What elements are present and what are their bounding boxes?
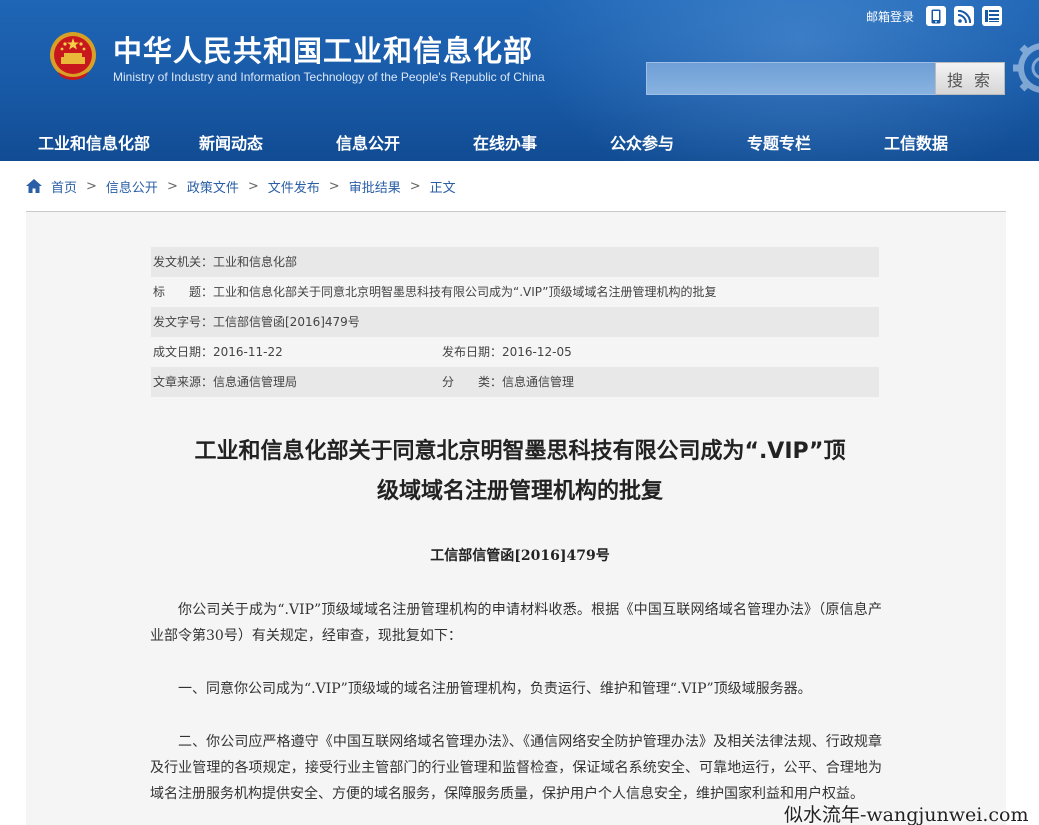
breadcrumb-separator: > — [166, 178, 178, 194]
nav-item-online-services[interactable]: 在线办事 — [473, 130, 537, 154]
site-title: 中华人民共和国工业和信息化部 — [113, 34, 534, 68]
breadcrumb-current: 正文 — [429, 180, 456, 196]
breadcrumb-separator: > — [409, 178, 421, 194]
breadcrumb: 首页 > 信息公开 > 政策文件 > 文件发布 > 审批结果 > 正文 — [26, 176, 456, 196]
sitemap-icon[interactable] — [982, 6, 1003, 26]
article-paragraph: 二、你公司应严格遵守《中国互联网络域名管理办法》、《通信网络安全防护管理办法》及… — [150, 734, 882, 802]
meta-written-date: 成文日期：2016-11-22 — [153, 345, 283, 359]
search-button[interactable]: 搜 索 — [935, 62, 1005, 95]
article-doc-number: 工信部信管函[2016]479号 — [430, 548, 610, 564]
article-title-line: 级域域名注册管理机构的批复 — [376, 479, 663, 504]
breadcrumb-doc-release[interactable]: 文件发布 — [268, 177, 320, 196]
site-subtitle: Ministry of Industry and Information Tec… — [113, 70, 545, 84]
nav-item-info-disclosure[interactable]: 信息公开 — [336, 130, 400, 154]
nav-item-public-participation[interactable]: 公众参与 — [610, 130, 674, 154]
meta-doc-number: 发文字号：工信部信管函[2016]479号 — [153, 315, 360, 329]
home-icon[interactable] — [26, 179, 42, 193]
nav-item-news[interactable]: 新闻动态 — [199, 130, 263, 154]
breadcrumb-info-disclosure[interactable]: 信息公开 — [106, 177, 158, 196]
mobile-icon[interactable] — [926, 6, 947, 26]
site-header: 中华人民共和国工业和信息化部 Ministry of Industry and … — [0, 0, 1039, 161]
article-paragraph: 你公司关于成为“.VIP”顶级域域名注册管理机构的申请材料收悉。根据《中国互联网… — [150, 602, 882, 644]
meta-row: 文章来源：信息通信管理局 分 类：信息通信管理 — [151, 367, 879, 397]
breadcrumb-policy-docs[interactable]: 政策文件 — [187, 177, 239, 196]
meta-issuer: 发文机关：工业和信息化部 — [153, 255, 298, 269]
gear-decoration-icon — [1013, 43, 1039, 93]
breadcrumb-separator: > — [86, 178, 97, 194]
article-paragraph: 一、同意你公司成为“.VIP”顶级域的域名注册管理机构，负责运行、维护和管理“.… — [178, 681, 812, 697]
national-emblem-icon — [50, 32, 96, 80]
mail-login-link[interactable]: 邮箱登录 — [866, 8, 914, 25]
meta-source: 文章来源：信息通信管理局 — [153, 375, 298, 389]
breadcrumb-separator: > — [328, 178, 340, 194]
meta-row: 标 题：工业和信息化部关于同意北京明智墨思科技有限公司成为“.VIP”顶级域域名… — [151, 277, 879, 307]
nav-item-data[interactable]: 工信数据 — [884, 130, 948, 154]
breadcrumb-separator: > — [247, 178, 259, 194]
breadcrumb-approval-results[interactable]: 审批结果 — [349, 177, 401, 196]
meta-category: 分 类：信息通信管理 — [442, 375, 575, 389]
main-nav: 工业和信息化部 新闻动态 信息公开 在线办事 公众参与 专题专栏 工信数据 — [0, 120, 1039, 161]
rss-icon[interactable] — [954, 6, 975, 26]
article-title-line: 工业和信息化部关于同意北京明智墨思科技有限公司成为“.VIP”顶 — [194, 439, 846, 464]
nav-item-special-topics[interactable]: 专题专栏 — [747, 130, 811, 154]
meta-row: 发文字号：工信部信管函[2016]479号 — [151, 307, 879, 337]
meta-publish-date: 发布日期：2016-12-05 — [442, 345, 572, 359]
document-meta-table: 发文机关：工业和信息化部 标 题：工业和信息化部关于同意北京明智墨思科技有限公司… — [151, 247, 879, 397]
meta-row: 成文日期：2016-11-22 发布日期：2016-12-05 — [151, 337, 879, 367]
watermark-text: 似水流年-wangjunwei.com — [784, 804, 1029, 825]
article-title: 工业和信息化部关于同意北京明智墨思科技有限公司成为“.VIP”顶 级域域名注册管… — [120, 432, 920, 512]
nav-item-miit[interactable]: 工业和信息化部 — [38, 130, 150, 154]
top-links: 邮箱登录 — [866, 6, 1003, 26]
breadcrumb-home[interactable]: 首页 — [51, 177, 77, 196]
meta-row: 发文机关：工业和信息化部 — [151, 247, 879, 277]
search-input[interactable] — [646, 62, 936, 95]
meta-subject: 标 题：工业和信息化部关于同意北京明智墨思科技有限公司成为“.VIP”顶级域域名… — [153, 285, 717, 299]
